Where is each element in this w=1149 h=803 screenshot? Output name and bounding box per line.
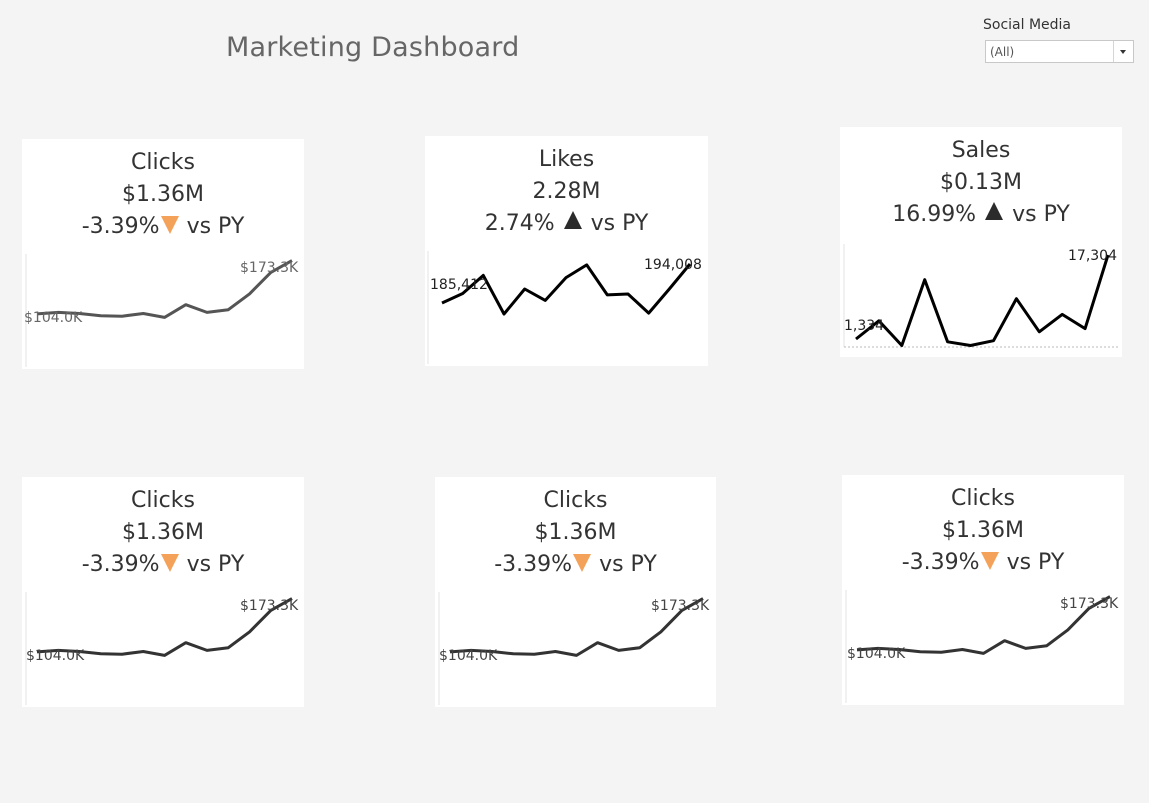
sparkline-chart: $104.0K $173.3K [25,592,299,705]
sparkline-start-label: $104.0K [26,648,85,664]
dropdown-toggle[interactable] [1113,41,1133,62]
sparkline-end-label: $173.3K [240,598,299,614]
page-title: Marketing Dashboard [226,32,520,63]
sparkline-end-label: 194,008 [644,257,702,273]
sparkline-end-label: $173.3K [651,598,710,614]
sparkline-start-label: 185,412 [430,277,488,293]
social-media-filter-dropdown[interactable]: (All) [985,40,1134,63]
sparkline-end-label: $173.3K [1060,596,1119,612]
kpi-card-clicks: Clicks $1.36M -3.39% vs PY $104.0K $173.… [22,139,304,369]
social-media-filter-value: (All) [990,45,1015,59]
sparkline-chart: 1,334 17,304 [843,244,1120,348]
sparkline-chart: $104.0K $173.3K [24,254,299,367]
kpi-card-sales: Sales $0.13M 16.99% vs PY 1,334 17,304 [840,127,1122,357]
sparkline-chart: $104.0K $173.3K [438,592,710,705]
sparkline-chart: 185,412 194,008 [427,251,702,364]
sparkline-chart: $104.0K $173.3K [845,590,1119,703]
sparkline-end-label: 17,304 [1068,248,1117,264]
chevron-down-icon [1120,50,1126,54]
sparkline-start-label: $104.0K [24,310,83,326]
sparkline-start-label: $104.0K [847,646,906,662]
kpi-card-clicks: Clicks $1.36M -3.39% vs PY $104.0K $173.… [435,477,716,707]
sparkline-start-label: 1,334 [844,318,884,334]
kpi-card-likes: Likes 2.28M 2.74% vs PY 185,412 194,008 [425,136,708,366]
sparkline-path [855,254,1110,347]
sparkline-end-label: $173.3K [240,260,299,276]
kpi-card-clicks: Clicks $1.36M -3.39% vs PY $104.0K $173.… [842,475,1124,705]
social-media-filter-label: Social Media [983,17,1072,33]
kpi-card-clicks: Clicks $1.36M -3.39% vs PY $104.0K $173.… [22,477,304,707]
sparkline-start-label: $104.0K [439,648,498,664]
